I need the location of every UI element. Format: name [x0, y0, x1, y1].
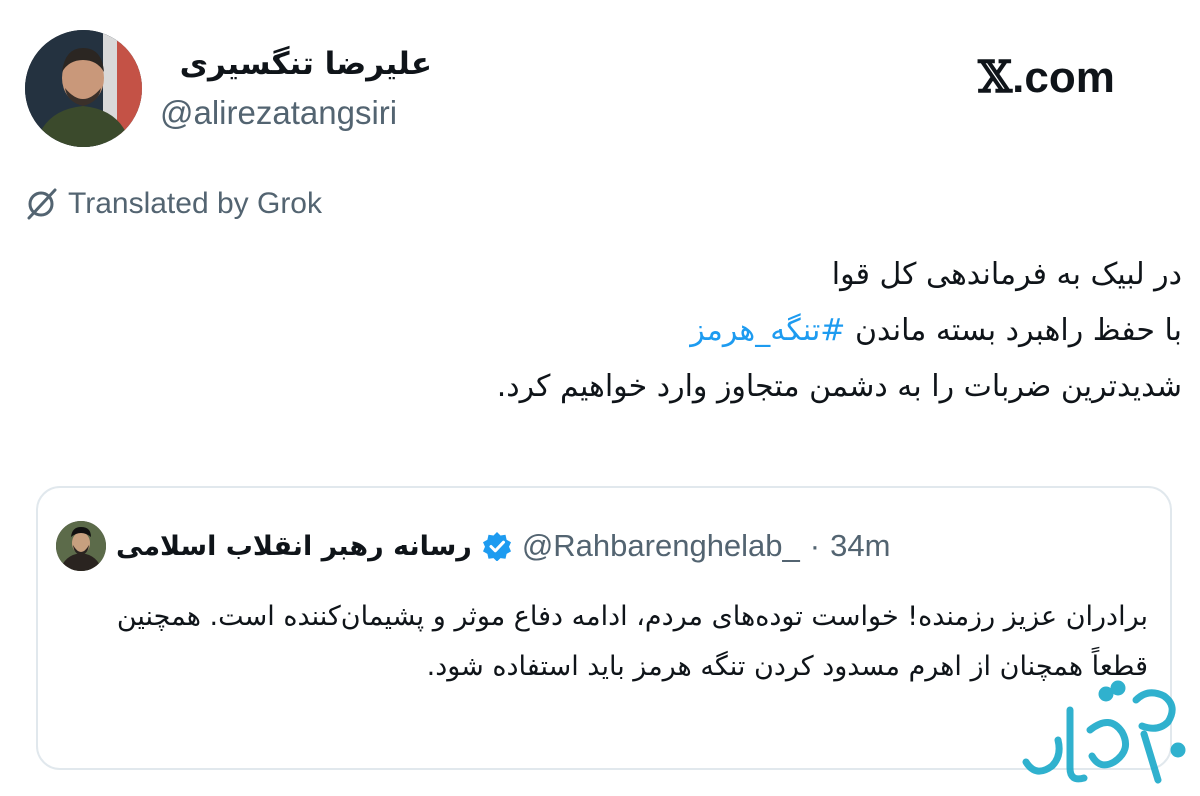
translation-notice[interactable]: Translated by Grok: [24, 184, 322, 224]
tweet-line-2-text: با حفظ راهبرد بسته ماندن: [845, 313, 1182, 348]
quoted-author-avatar[interactable]: [56, 521, 106, 571]
quoted-timestamp[interactable]: 34m: [830, 528, 890, 564]
tweet-line-2: با حفظ راهبرد بسته ماندن #تنگه_هرمز: [82, 303, 1182, 359]
x-domain: .com: [1012, 53, 1115, 102]
hashtag-link[interactable]: #تنگه_هرمز: [690, 313, 845, 348]
tweet-line-3: شدیدترین ضربات را به دشمن متجاوز وارد خو…: [496, 369, 1182, 404]
tweet-line-1: در لبیک به فرماندهی کل قوا: [831, 257, 1182, 292]
author-avatar[interactable]: [25, 30, 142, 147]
quoted-tweet-text: برادران عزیز رزمنده! خواست توده‌های مردم…: [116, 601, 1148, 682]
translation-label: Translated by Grok: [68, 187, 322, 220]
avatar-portrait: [25, 30, 142, 147]
quoted-tweet-header: رسانه رهبر انقلاب اسلامی @Rahbarenghelab…: [56, 518, 890, 574]
author-name[interactable]: علیرضا تنگسیری: [160, 44, 432, 84]
quoted-avatar-portrait: [56, 521, 106, 571]
author-handle[interactable]: @alirezatangsiri: [160, 93, 397, 133]
translate-off-icon: [27, 188, 57, 220]
tweet-text: در لبیک به فرماندهی کل قوا با حفظ راهبرد…: [82, 247, 1182, 415]
quoted-author-handle[interactable]: @Rahbarenghelab_: [522, 528, 800, 564]
dot-separator: ·: [809, 528, 821, 563]
x-icon: 𝕏: [978, 52, 1013, 103]
verified-badge-icon: [482, 532, 511, 561]
quoted-author-name[interactable]: رسانه رهبر انقلاب اسلامی: [116, 531, 472, 562]
x-logo: 𝕏.com: [978, 54, 1115, 102]
